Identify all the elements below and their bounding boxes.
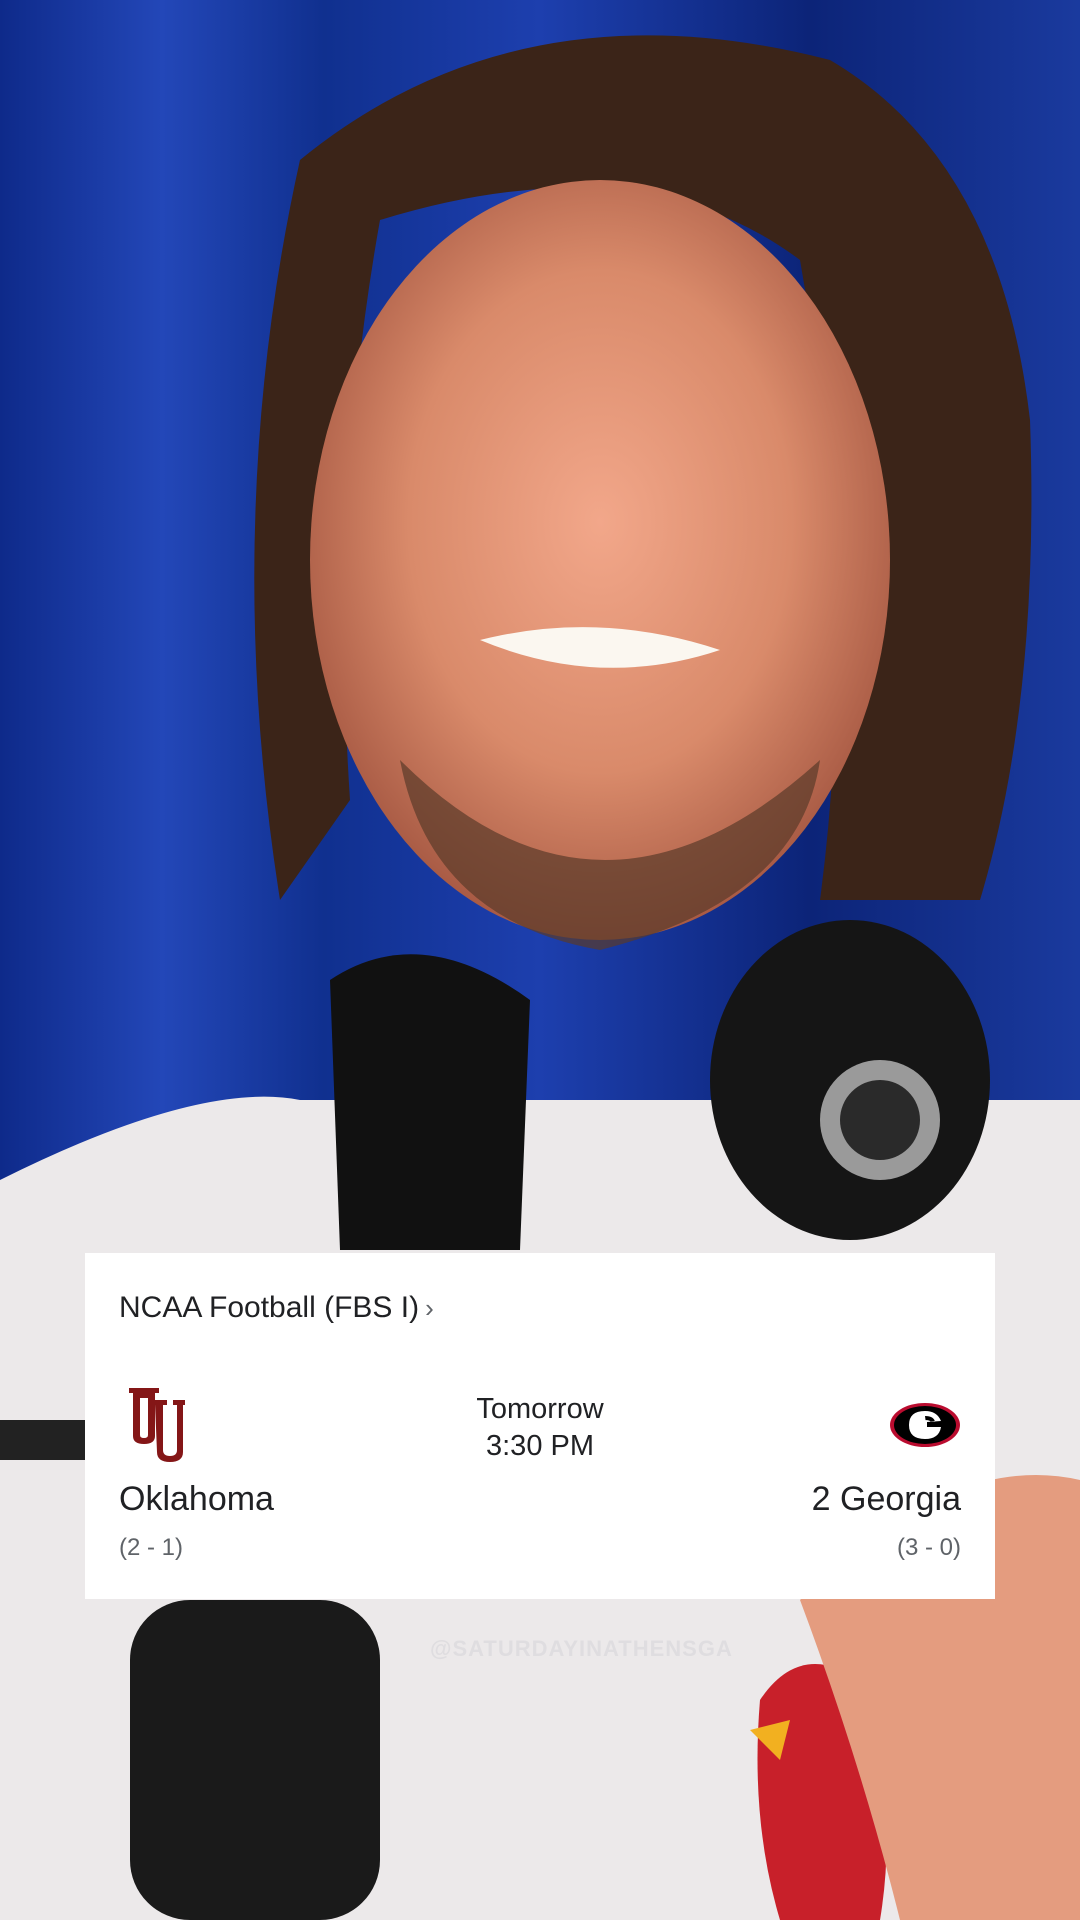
league-link[interactable]: NCAA Football (FBS I) › [119,1291,434,1325]
video-background [0,0,1080,1920]
game-time: Tomorrow 3:30 PM [85,1391,995,1465]
home-team-name[interactable]: Oklahoma [119,1480,274,1519]
georgia-logo-icon[interactable] [889,1401,961,1449]
game-day: Tomorrow [476,1393,604,1425]
league-label: NCAA Football (FBS I) [119,1291,420,1324]
watermark: @SATURDAYINATHENSGA [430,1636,733,1661]
chevron-right-icon: › [425,1292,434,1323]
away-team-record: (3 - 0) [896,1534,961,1561]
game-score-card[interactable]: NCAA Football (FBS I) › Tomorrow 3:30 PM… [85,1253,995,1599]
game-start-time: 3:30 PM [486,1430,594,1462]
away-team-name[interactable]: 2 Georgia [812,1480,961,1519]
home-team-record: (2 - 1) [119,1534,184,1561]
